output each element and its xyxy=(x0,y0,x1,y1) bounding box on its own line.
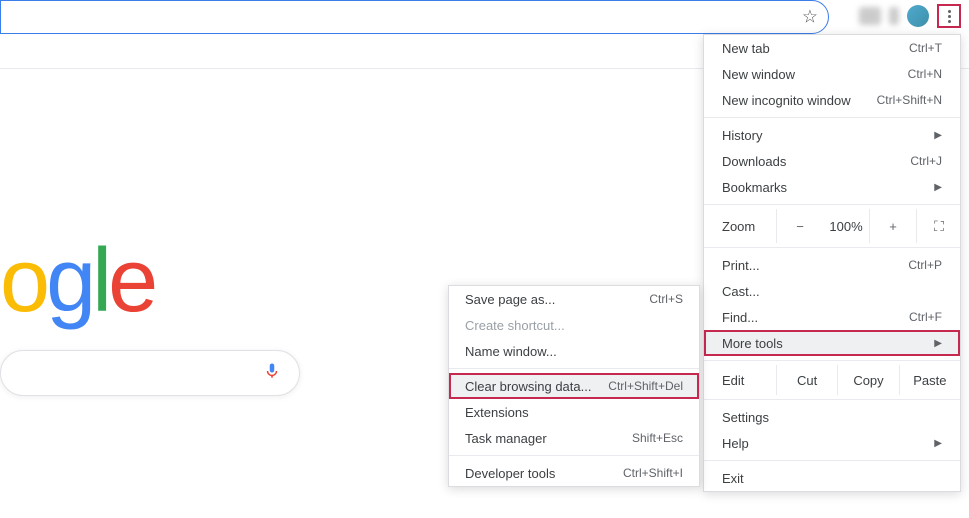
submenu-name-window[interactable]: Name window... xyxy=(449,338,699,364)
menu-find[interactable]: Find... Ctrl+F xyxy=(704,304,960,330)
menu-more-tools[interactable]: More tools ▶ xyxy=(704,330,960,356)
menu-label: New incognito window xyxy=(722,93,851,108)
menu-shortcut: Ctrl+T xyxy=(909,41,942,55)
menu-label: Extensions xyxy=(465,405,529,420)
menu-label: Help xyxy=(722,436,749,451)
menu-separator xyxy=(704,399,960,400)
chevron-right-icon: ▶ xyxy=(934,182,942,193)
logo-letter: o xyxy=(0,231,46,331)
google-logo: ogle xyxy=(0,230,154,333)
extension-icon-blurred[interactable] xyxy=(889,7,899,25)
more-tools-submenu: Save page as... Ctrl+S Create shortcut..… xyxy=(448,285,700,487)
chevron-right-icon: ▶ xyxy=(934,438,942,449)
menu-separator xyxy=(704,360,960,361)
menu-new-window[interactable]: New window Ctrl+N xyxy=(704,61,960,87)
logo-letter: e xyxy=(108,231,154,331)
menu-label: History xyxy=(722,128,762,143)
menu-label: Downloads xyxy=(722,154,786,169)
menu-edit-row: Edit Cut Copy Paste xyxy=(704,365,960,395)
copy-button[interactable]: Copy xyxy=(837,365,898,395)
edit-label: Edit xyxy=(704,373,776,388)
menu-downloads[interactable]: Downloads Ctrl+J xyxy=(704,148,960,174)
menu-shortcut: Ctrl+Shift+Del xyxy=(608,379,683,393)
chrome-main-menu: New tab Ctrl+T New window Ctrl+N New inc… xyxy=(703,34,961,492)
menu-new-tab[interactable]: New tab Ctrl+T xyxy=(704,35,960,61)
menu-shortcut: Ctrl+S xyxy=(649,292,683,306)
menu-label: Clear browsing data... xyxy=(465,379,591,394)
menu-label: Save page as... xyxy=(465,292,555,307)
menu-shortcut: Ctrl+Shift+N xyxy=(877,93,942,107)
menu-separator xyxy=(449,455,699,456)
menu-label: Name window... xyxy=(465,344,557,359)
logo-letter: g xyxy=(46,231,92,331)
extension-icon-blurred[interactable] xyxy=(859,7,881,25)
menu-separator xyxy=(704,460,960,461)
menu-shortcut: Shift+Esc xyxy=(632,431,683,445)
profile-avatar[interactable] xyxy=(907,5,929,27)
submenu-task-manager[interactable]: Task manager Shift+Esc xyxy=(449,425,699,451)
menu-shortcut: Ctrl+J xyxy=(910,154,942,168)
zoom-in-button[interactable]: + xyxy=(869,209,916,243)
menu-bookmarks[interactable]: Bookmarks ▶ xyxy=(704,174,960,200)
toolbar-right xyxy=(859,4,961,28)
fullscreen-icon: ⛶ xyxy=(934,218,943,235)
menu-label: Settings xyxy=(722,410,769,425)
submenu-developer-tools[interactable]: Developer tools Ctrl+Shift+I xyxy=(449,460,699,486)
menu-separator xyxy=(704,117,960,118)
menu-history[interactable]: History ▶ xyxy=(704,122,960,148)
menu-exit[interactable]: Exit xyxy=(704,465,960,491)
menu-label: Bookmarks xyxy=(722,180,787,195)
menu-settings[interactable]: Settings xyxy=(704,404,960,430)
zoom-value: 100% xyxy=(823,209,869,243)
menu-separator xyxy=(449,368,699,369)
submenu-save-page[interactable]: Save page as... Ctrl+S xyxy=(449,286,699,312)
menu-label: Developer tools xyxy=(465,466,555,481)
menu-shortcut: Ctrl+N xyxy=(908,67,942,81)
menu-label: More tools xyxy=(722,336,783,351)
menu-shortcut: Ctrl+Shift+I xyxy=(623,466,683,480)
fullscreen-button[interactable]: ⛶ xyxy=(916,209,960,243)
cut-button[interactable]: Cut xyxy=(776,365,837,395)
menu-label: Task manager xyxy=(465,431,547,446)
menu-label: Find... xyxy=(722,310,758,325)
submenu-clear-browsing-data[interactable]: Clear browsing data... Ctrl+Shift+Del xyxy=(449,373,699,399)
menu-label: Cast... xyxy=(722,284,760,299)
menu-cast[interactable]: Cast... xyxy=(704,278,960,304)
paste-button[interactable]: Paste xyxy=(899,365,960,395)
menu-separator xyxy=(704,247,960,248)
menu-incognito[interactable]: New incognito window Ctrl+Shift+N xyxy=(704,87,960,113)
menu-help[interactable]: Help ▶ xyxy=(704,430,960,456)
submenu-extensions[interactable]: Extensions xyxy=(449,399,699,425)
menu-label: New tab xyxy=(722,41,770,56)
chevron-right-icon: ▶ xyxy=(934,130,942,141)
zoom-out-button[interactable]: − xyxy=(776,209,823,243)
menu-shortcut: Ctrl+P xyxy=(908,258,942,272)
chevron-right-icon: ▶ xyxy=(934,338,942,349)
menu-print[interactable]: Print... Ctrl+P xyxy=(704,252,960,278)
menu-zoom-row: Zoom − 100% + ⛶ xyxy=(704,209,960,243)
microphone-icon[interactable] xyxy=(263,360,281,387)
zoom-label: Zoom xyxy=(704,219,776,234)
submenu-create-shortcut: Create shortcut... xyxy=(449,312,699,338)
menu-label: Print... xyxy=(722,258,760,273)
bookmark-star-icon[interactable]: ☆ xyxy=(802,7,818,28)
address-bar[interactable]: ☆ xyxy=(0,0,829,34)
logo-letter: l xyxy=(92,231,108,331)
menu-label: New window xyxy=(722,67,795,82)
menu-separator xyxy=(704,204,960,205)
search-input[interactable] xyxy=(0,350,300,396)
menu-label: Create shortcut... xyxy=(465,318,565,333)
chrome-menu-button[interactable] xyxy=(937,4,961,28)
menu-shortcut: Ctrl+F xyxy=(909,310,942,324)
menu-label: Exit xyxy=(722,471,744,486)
